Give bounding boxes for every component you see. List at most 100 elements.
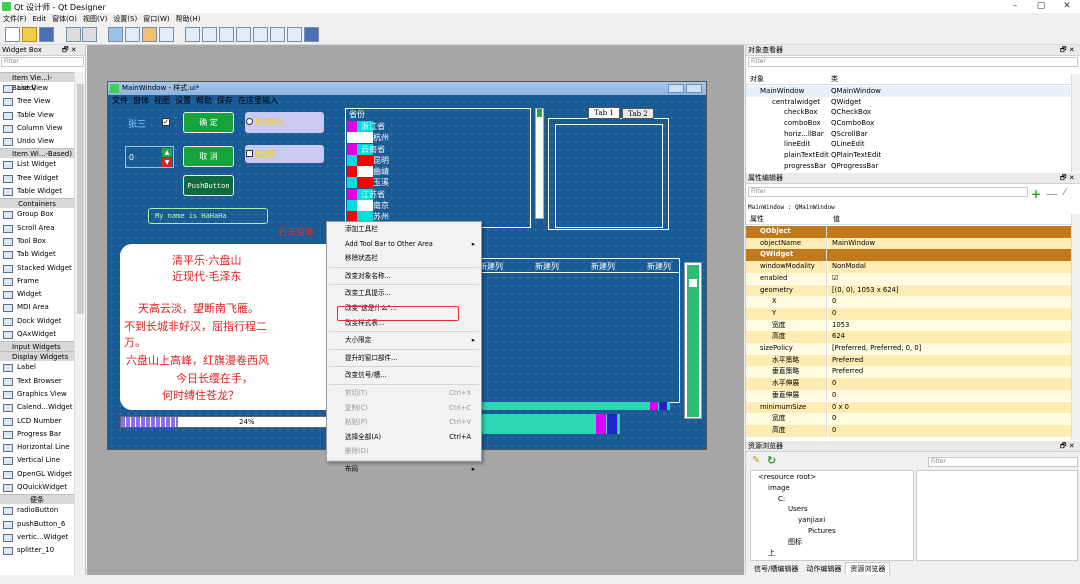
- maximize-button[interactable]: ▢: [1028, 0, 1054, 13]
- resource-tree-node[interactable]: C:: [752, 494, 902, 505]
- object-tree-row[interactable]: lineEdit QLineEdit: [746, 139, 1070, 150]
- break-layout-icon[interactable]: [287, 27, 302, 42]
- property-row[interactable]: QWidget: [746, 249, 1071, 262]
- table-column-header[interactable]: 新建列: [591, 261, 615, 272]
- province-item[interactable]: 南京: [347, 200, 527, 212]
- property-row[interactable]: 垂直伸展 0: [746, 389, 1071, 402]
- resource-tree-node[interactable]: 图标: [752, 537, 902, 548]
- ok-button[interactable]: 确 定: [183, 112, 234, 133]
- minimize-button[interactable]: –: [1002, 0, 1028, 13]
- property-value[interactable]: Preferred: [828, 354, 1071, 367]
- resource-tree-node[interactable]: image: [752, 483, 902, 494]
- widget-item[interactable]: Label: [0, 361, 74, 374]
- widget-item[interactable]: Column View: [0, 122, 74, 135]
- province-item[interactable]: 云南省: [347, 143, 527, 155]
- paste-icon[interactable]: [82, 27, 97, 42]
- form-minimize-icon[interactable]: [668, 84, 684, 93]
- widget-item[interactable]: LCD Number: [0, 415, 74, 428]
- property-row[interactable]: 宽度 0: [746, 413, 1071, 425]
- context-menu-item[interactable]: 改变对象名称...: [327, 269, 481, 284]
- tab-2[interactable]: Tab 2: [622, 108, 654, 119]
- edit-signals-icon[interactable]: [125, 27, 140, 42]
- cancel-button[interactable]: 取 消: [183, 146, 234, 167]
- widget-box-filter[interactable]: Filter: [1, 57, 84, 67]
- adjust-size-icon[interactable]: [304, 27, 319, 42]
- property-row[interactable]: objectName MainWindow: [746, 237, 1071, 250]
- property-value[interactable]: 624: [828, 331, 1071, 343]
- context-menu-item[interactable]: 选择全部(A) Ctrl+A: [327, 430, 481, 445]
- property-row[interactable]: 高度 624: [746, 331, 1071, 343]
- property-row[interactable]: X0: [746, 296, 1071, 308]
- spin-box[interactable]: 0 ▲ ▼: [125, 146, 174, 168]
- property-value[interactable]: [828, 249, 1071, 262]
- edit-resources-icon[interactable]: ✎: [752, 455, 760, 466]
- object-tree-row[interactable]: progressBar QProgressBar: [746, 161, 1070, 172]
- object-tree-row[interactable]: comboBox QComboBox: [746, 118, 1070, 129]
- property-value[interactable]: MainWindow: [828, 237, 1071, 250]
- radio-button[interactable]: 单选按钮: [245, 112, 324, 133]
- checkbox-icon[interactable]: ✓: [162, 118, 170, 126]
- table-column-header[interactable]: 新建列: [647, 261, 671, 272]
- edit-widgets-icon[interactable]: [108, 27, 123, 42]
- widget-category[interactable]: Containers: [0, 198, 74, 209]
- checkbox-widget[interactable]: 复选框: [245, 145, 324, 163]
- right-vertical-slider[interactable]: [684, 262, 702, 419]
- form-close-icon[interactable]: [686, 84, 702, 93]
- property-row[interactable]: Y0: [746, 307, 1071, 320]
- object-tree-row[interactable]: plainTextEdit QPlainTextEdit: [746, 150, 1070, 161]
- menu-item-2[interactable]: 窗体(O): [49, 13, 80, 25]
- province-item[interactable]: 昆明: [347, 154, 527, 166]
- widget-item[interactable]: Dock Widget: [0, 315, 74, 328]
- widget-item[interactable]: MDI Area: [0, 301, 74, 314]
- menu-item-1[interactable]: Edit: [30, 13, 50, 25]
- spin-down-icon[interactable]: ▼: [162, 158, 172, 167]
- object-tree-row[interactable]: checkBox QCheckBox: [746, 107, 1070, 118]
- widget-item[interactable]: Calend...Widget: [0, 401, 74, 414]
- resource-tree-node[interactable]: yanjiaxi: [752, 515, 902, 526]
- context-menu-item[interactable]: 改变信号/槽...: [327, 368, 481, 383]
- line-edit[interactable]: My name is HaHaHa: [148, 208, 268, 224]
- resource-tree-node[interactable]: 上: [752, 548, 902, 559]
- widget-item[interactable]: QQuickWidget: [0, 481, 74, 494]
- form-menu-item-1[interactable]: 窗体: [133, 96, 149, 105]
- property-value[interactable]: Preferred: [828, 366, 1071, 379]
- property-row[interactable]: 高度 0: [746, 424, 1071, 437]
- bottom-tab[interactable]: 资源浏览器: [845, 562, 891, 576]
- widget-item[interactable]: Tool Box: [0, 235, 74, 248]
- resource-tree-node[interactable]: <resource root>: [752, 472, 902, 483]
- edit-buddies-icon[interactable]: [142, 27, 157, 42]
- form-menu-item-4[interactable]: 帮助: [196, 96, 212, 105]
- property-value[interactable]: NonModal: [828, 261, 1071, 273]
- property-value[interactable]: 0: [828, 389, 1071, 402]
- horizontal-scrollbar[interactable]: [470, 402, 670, 410]
- form-menu-item-2[interactable]: 视图: [154, 96, 170, 105]
- widget-item[interactable]: QAxWidget: [0, 328, 74, 341]
- widget-box-scrollbar[interactable]: [74, 72, 85, 575]
- new-file-icon[interactable]: [5, 27, 20, 42]
- property-value[interactable]: ☑: [828, 272, 1071, 285]
- widget-item[interactable]: Frame: [0, 275, 74, 288]
- open-folder-icon[interactable]: [22, 27, 37, 42]
- widget-item[interactable]: Horizontal Line: [0, 441, 74, 454]
- province-item[interactable]: 江苏省: [347, 188, 527, 200]
- layout-form-icon[interactable]: [270, 27, 285, 42]
- property-row[interactable]: windowModality NonModal: [746, 261, 1071, 273]
- widget-item[interactable]: vertic...Widget: [0, 531, 74, 544]
- widget-category[interactable]: Display Widgets: [0, 351, 74, 362]
- context-menu-item[interactable]: 粘贴(P) Ctrl+V: [327, 415, 481, 430]
- resource-tree-node[interactable]: Users: [752, 504, 902, 515]
- property-value[interactable]: 0: [828, 378, 1071, 390]
- widget-item[interactable]: Tree Widget: [0, 172, 74, 185]
- widget-item[interactable]: OpenGL Widget: [0, 468, 74, 481]
- layout-horizontal-icon[interactable]: [185, 27, 200, 42]
- menu-item-4[interactable]: 设置(S): [110, 13, 140, 25]
- layout-v-splitter-icon[interactable]: [236, 27, 251, 42]
- widget-item[interactable]: Undo View: [0, 135, 74, 148]
- bottom-tab[interactable]: 动作编辑器: [802, 563, 845, 575]
- province-item[interactable]: 曲靖: [347, 166, 527, 178]
- widget-item[interactable]: pushButton_6: [0, 518, 74, 531]
- context-menu-item[interactable]: Add Tool Bar to Other Area ▸: [327, 237, 481, 252]
- horizontal-slider[interactable]: [470, 414, 620, 434]
- property-row[interactable]: 水平策略 Preferred: [746, 354, 1071, 367]
- property-editor-filter[interactable]: Filter: [748, 187, 1028, 197]
